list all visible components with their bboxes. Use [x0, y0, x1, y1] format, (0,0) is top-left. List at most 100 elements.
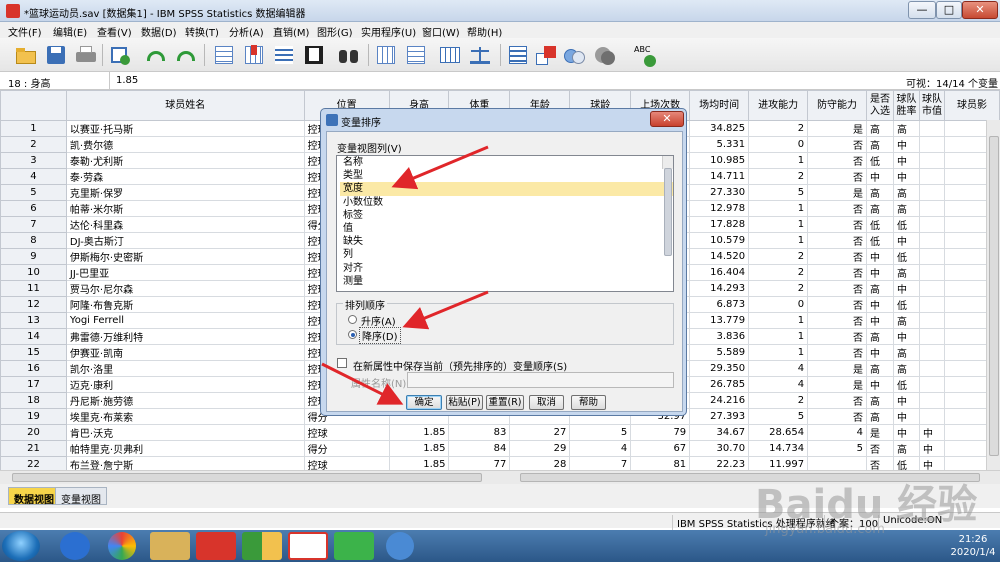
data-cell[interactable]: JJ-巴里亚 [65, 264, 305, 281]
data-cell[interactable]: 控球 [303, 456, 390, 470]
data-cell[interactable]: 7 [569, 456, 632, 470]
data-cell[interactable]: 高 [866, 200, 894, 217]
data-cell[interactable]: 弗雷德·万维利特 [65, 328, 305, 345]
data-cell[interactable]: 泰·劳森 [65, 168, 305, 185]
list-item[interactable]: 缺失 [340, 235, 673, 248]
list-item[interactable]: 名称 [340, 156, 673, 169]
menu-analyze[interactable]: 分析(A) [229, 24, 264, 39]
list-item[interactable]: 列 [340, 248, 673, 261]
row-number[interactable]: 22 [0, 456, 67, 470]
save-order-checkbox[interactable] [337, 358, 347, 368]
dialog-recall-icon[interactable] [108, 43, 132, 67]
insert-cases-icon[interactable] [302, 43, 326, 67]
row-number[interactable]: 9 [0, 248, 67, 265]
data-cell[interactable] [918, 376, 945, 393]
row-number[interactable]: 14 [0, 328, 67, 345]
data-cell[interactable]: 4 [569, 440, 632, 457]
data-cell[interactable]: 中 [866, 296, 894, 313]
data-cell[interactable]: 低 [866, 216, 894, 233]
data-cell[interactable]: 低 [866, 232, 894, 249]
data-cell[interactable]: 28.654 [748, 424, 809, 441]
data-cell[interactable]: 否 [807, 312, 868, 329]
cell-value-editor[interactable]: 1.85 [116, 75, 138, 86]
data-cell[interactable]: 低 [893, 216, 920, 233]
data-cell[interactable]: 4 [807, 424, 868, 441]
data-cell[interactable]: 泰勒·尤利斯 [65, 152, 305, 169]
find-icon[interactable] [337, 43, 361, 67]
menu-file[interactable]: 文件(F) [8, 24, 42, 39]
menu-graphs[interactable]: 图形(G) [317, 24, 353, 39]
data-cell[interactable] [918, 248, 945, 265]
data-cell[interactable]: 否 [866, 440, 894, 457]
data-cell[interactable] [918, 264, 945, 281]
data-cell[interactable]: 高 [893, 200, 920, 217]
data-cell[interactable] [918, 360, 945, 377]
descending-radio[interactable] [348, 330, 357, 339]
data-cell[interactable] [918, 200, 945, 217]
start-button[interactable] [2, 531, 40, 561]
column-header[interactable]: 球队 市值 [918, 90, 945, 121]
row-number[interactable]: 19 [0, 408, 67, 425]
data-cell[interactable]: 5 [569, 424, 632, 441]
data-cell[interactable] [918, 344, 945, 361]
data-cell[interactable]: 3.836 [689, 328, 750, 345]
data-cell[interactable]: 中 [893, 232, 920, 249]
list-item[interactable]: 宽度 [340, 182, 673, 196]
row-number[interactable]: 15 [0, 344, 67, 361]
data-cell[interactable]: 中 [893, 152, 920, 169]
data-cell[interactable]: 否 [807, 408, 868, 425]
data-cell[interactable]: 29 [509, 440, 571, 457]
data-cell[interactable]: 1.85 [388, 440, 450, 457]
list-scrollbar[interactable] [662, 156, 673, 256]
data-cell[interactable]: 否 [807, 248, 868, 265]
data-cell[interactable]: 得分 [303, 440, 390, 457]
data-cell[interactable]: 6.873 [689, 296, 750, 313]
data-cell[interactable]: 高 [866, 360, 894, 377]
redo-icon[interactable] [174, 43, 198, 67]
office-icon[interactable] [242, 532, 282, 560]
data-cell[interactable]: 高 [893, 360, 920, 377]
data-cell[interactable]: Yogi Ferrell [65, 312, 305, 329]
data-cell[interactable]: 14.734 [748, 440, 809, 457]
data-cell[interactable]: 否 [807, 392, 868, 409]
data-cell[interactable]: 高 [893, 264, 920, 281]
data-cell[interactable]: 中 [866, 168, 894, 185]
data-cell[interactable]: 84 [448, 440, 511, 457]
vertical-scrollbar[interactable] [986, 120, 1000, 470]
help-button[interactable]: 帮助 [571, 395, 606, 410]
menu-help[interactable]: 帮助(H) [467, 24, 502, 39]
data-cell[interactable]: 帕特里克·贝弗利 [65, 440, 305, 457]
data-cell[interactable]: 以赛亚·托马斯 [65, 120, 305, 137]
data-cell[interactable]: 是 [807, 184, 868, 201]
data-cell[interactable]: 4 [748, 360, 809, 377]
sogou-icon[interactable] [60, 532, 90, 560]
goto-variable-icon[interactable] [242, 43, 266, 67]
data-cell[interactable] [918, 280, 945, 297]
menu-window[interactable]: 窗口(W) [422, 24, 460, 39]
data-cell[interactable]: 30.70 [689, 440, 750, 457]
data-cell[interactable]: 1 [748, 152, 809, 169]
data-cell[interactable]: 高 [866, 120, 894, 137]
menu-transform[interactable]: 转换(T) [185, 24, 219, 39]
row-number[interactable]: 5 [0, 184, 67, 201]
data-cell[interactable]: 是 [866, 424, 894, 441]
data-cell[interactable]: 否 [807, 136, 868, 153]
row-number[interactable]: 20 [0, 424, 67, 441]
data-cell[interactable]: 丹尼斯·施劳德 [65, 392, 305, 409]
file-explorer-icon[interactable] [150, 532, 190, 560]
spss-taskbar-icon[interactable] [288, 532, 328, 560]
data-cell[interactable]: 中 [866, 344, 894, 361]
data-cell[interactable] [918, 120, 945, 137]
list-item[interactable]: 值 [340, 222, 673, 235]
data-cell[interactable]: 34.67 [689, 424, 750, 441]
goto-case-icon[interactable] [212, 43, 236, 67]
data-cell[interactable]: 否 [866, 456, 894, 470]
reset-button[interactable]: 重置(R) [486, 395, 524, 410]
dialog-close-button[interactable]: ✕ [650, 111, 684, 127]
wechat-icon[interactable] [334, 532, 374, 560]
data-cell[interactable]: 14.293 [689, 280, 750, 297]
data-cell[interactable]: 高 [866, 184, 894, 201]
data-cell[interactable]: 5.589 [689, 344, 750, 361]
data-cell[interactable]: 高 [866, 136, 894, 153]
data-cell[interactable]: 高 [893, 440, 920, 457]
